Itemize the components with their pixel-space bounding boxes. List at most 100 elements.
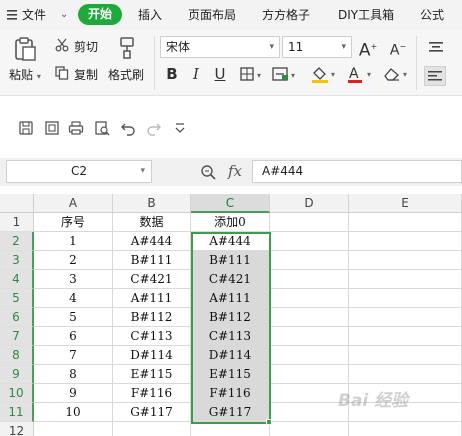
column-header-e[interactable]: E	[349, 194, 462, 213]
cell-e7[interactable]	[349, 327, 462, 346]
cell-a3[interactable]: 2	[34, 251, 113, 270]
cell-b2[interactable]: A#444	[113, 232, 191, 251]
zoom-icon[interactable]	[200, 164, 218, 183]
copy-button[interactable]: 复制	[74, 66, 98, 83]
fx-icon[interactable]: fx	[228, 162, 242, 180]
cell-a10[interactable]: 9	[34, 384, 113, 403]
cell-b5[interactable]: A#111	[113, 289, 191, 308]
cell-b6[interactable]: B#112	[113, 308, 191, 327]
cell-c11[interactable]: G#117	[191, 403, 270, 422]
cell-b9[interactable]: E#115	[113, 365, 191, 384]
cell-e4[interactable]	[349, 270, 462, 289]
cell-a8[interactable]: 7	[34, 346, 113, 365]
name-box[interactable]: C2 ▾	[6, 160, 152, 183]
cell-d4[interactable]	[270, 270, 349, 289]
cell-d3[interactable]	[270, 251, 349, 270]
tab-page-layout[interactable]: 页面布局	[188, 0, 236, 30]
cell-e12[interactable]	[349, 422, 462, 436]
redo-icon[interactable]	[146, 120, 162, 136]
align-top-icon[interactable]	[428, 40, 444, 57]
cell-b3[interactable]: B#111	[113, 251, 191, 270]
cell-b1[interactable]: 数据	[113, 213, 191, 232]
cell-c1[interactable]: 添加0	[191, 213, 270, 232]
cell-c10[interactable]: F#116	[191, 384, 270, 403]
format-painter-button[interactable]: 格式刷	[108, 66, 144, 83]
chevron-down-icon[interactable]: ⌄	[60, 0, 68, 30]
cell-d9[interactable]	[270, 365, 349, 384]
cell-b10[interactable]: F#116	[113, 384, 191, 403]
cell-c8[interactable]: D#114	[191, 346, 270, 365]
cell-c6[interactable]: B#112	[191, 308, 270, 327]
cell-d6[interactable]	[270, 308, 349, 327]
row-header-4[interactable]: 4	[0, 270, 34, 289]
row-header-9[interactable]: 9	[0, 365, 34, 384]
cell-c4[interactable]: C#421	[191, 270, 270, 289]
cell-e2[interactable]	[349, 232, 462, 251]
save-icon[interactable]	[18, 120, 34, 136]
row-header-10[interactable]: 10	[0, 384, 34, 403]
cell-d2[interactable]	[270, 232, 349, 251]
cell-e1[interactable]	[349, 213, 462, 232]
row-header-7[interactable]: 7	[0, 327, 34, 346]
formula-input[interactable]: A#444	[252, 160, 462, 183]
bold-icon[interactable]: B	[162, 64, 182, 84]
cell-a12[interactable]	[34, 422, 113, 436]
column-header-d[interactable]: D	[270, 194, 349, 213]
cell-c12[interactable]	[191, 422, 270, 436]
row-header-5[interactable]: 5	[0, 289, 34, 308]
cut-button[interactable]: 剪切	[74, 38, 98, 55]
cell-a6[interactable]: 5	[34, 308, 113, 327]
borders-icon[interactable]: ▾	[240, 67, 266, 84]
row-header-3[interactable]: 3	[0, 251, 34, 270]
increase-font-icon[interactable]: A+	[356, 37, 380, 61]
cell-d12[interactable]	[270, 422, 349, 436]
undo-icon[interactable]	[120, 120, 136, 136]
underline-icon[interactable]: U	[210, 64, 230, 84]
column-header-b[interactable]: B	[113, 194, 191, 213]
merge-icon[interactable]: ▾	[272, 67, 300, 84]
cell-a9[interactable]: 8	[34, 365, 113, 384]
copy-icon[interactable]	[55, 66, 69, 83]
fill-handle[interactable]	[266, 419, 272, 425]
cell-c3[interactable]: B#111	[191, 251, 270, 270]
cell-e9[interactable]	[349, 365, 462, 384]
cell-b4[interactable]: C#421	[113, 270, 191, 289]
font-size-select[interactable]: 11 ▾	[282, 36, 352, 58]
paste-button[interactable]: 粘贴 ▾	[9, 66, 41, 83]
tab-diy-toolbox[interactable]: DIY工具箱	[338, 0, 394, 30]
row-header-8[interactable]: 8	[0, 346, 34, 365]
cell-b8[interactable]: D#114	[113, 346, 191, 365]
scissors-icon[interactable]	[55, 38, 69, 55]
print-preview-icon[interactable]	[44, 120, 60, 136]
cell-a4[interactable]: 3	[34, 270, 113, 289]
cell-a5[interactable]: 4	[34, 289, 113, 308]
eraser-icon[interactable]: ▾	[382, 66, 412, 85]
column-header-c[interactable]: C	[191, 194, 270, 213]
row-header-6[interactable]: 6	[0, 308, 34, 327]
cell-a11[interactable]: 10	[34, 403, 113, 422]
tab-home[interactable]: 开始	[78, 4, 122, 25]
cell-d5[interactable]	[270, 289, 349, 308]
column-header-a[interactable]: A	[34, 194, 113, 213]
cell-c2[interactable]: A#444	[191, 232, 270, 251]
cell-c9[interactable]: E#115	[191, 365, 270, 384]
cell-b11[interactable]: G#117	[113, 403, 191, 422]
italic-icon[interactable]: I	[186, 64, 206, 84]
customize-icon[interactable]	[172, 120, 188, 136]
cell-e5[interactable]	[349, 289, 462, 308]
tab-fangfang[interactable]: 方方格子	[262, 0, 310, 30]
row-header-12[interactable]: 12	[0, 422, 34, 436]
tab-insert[interactable]: 插入	[138, 0, 162, 30]
cell-e8[interactable]	[349, 346, 462, 365]
preview-icon[interactable]	[94, 120, 110, 136]
row-header-1[interactable]: 1	[0, 213, 34, 232]
format-painter-icon[interactable]	[116, 36, 138, 60]
cell-a7[interactable]: 6	[34, 327, 113, 346]
tab-file[interactable]: 文件	[22, 0, 46, 30]
align-left-icon[interactable]	[424, 66, 446, 86]
cell-b12[interactable]	[113, 422, 191, 436]
tab-formulas[interactable]: 公式	[420, 0, 444, 30]
cell-c7[interactable]: C#113	[191, 327, 270, 346]
cell-d1[interactable]	[270, 213, 349, 232]
fill-color-icon[interactable]: ▾	[310, 65, 340, 86]
